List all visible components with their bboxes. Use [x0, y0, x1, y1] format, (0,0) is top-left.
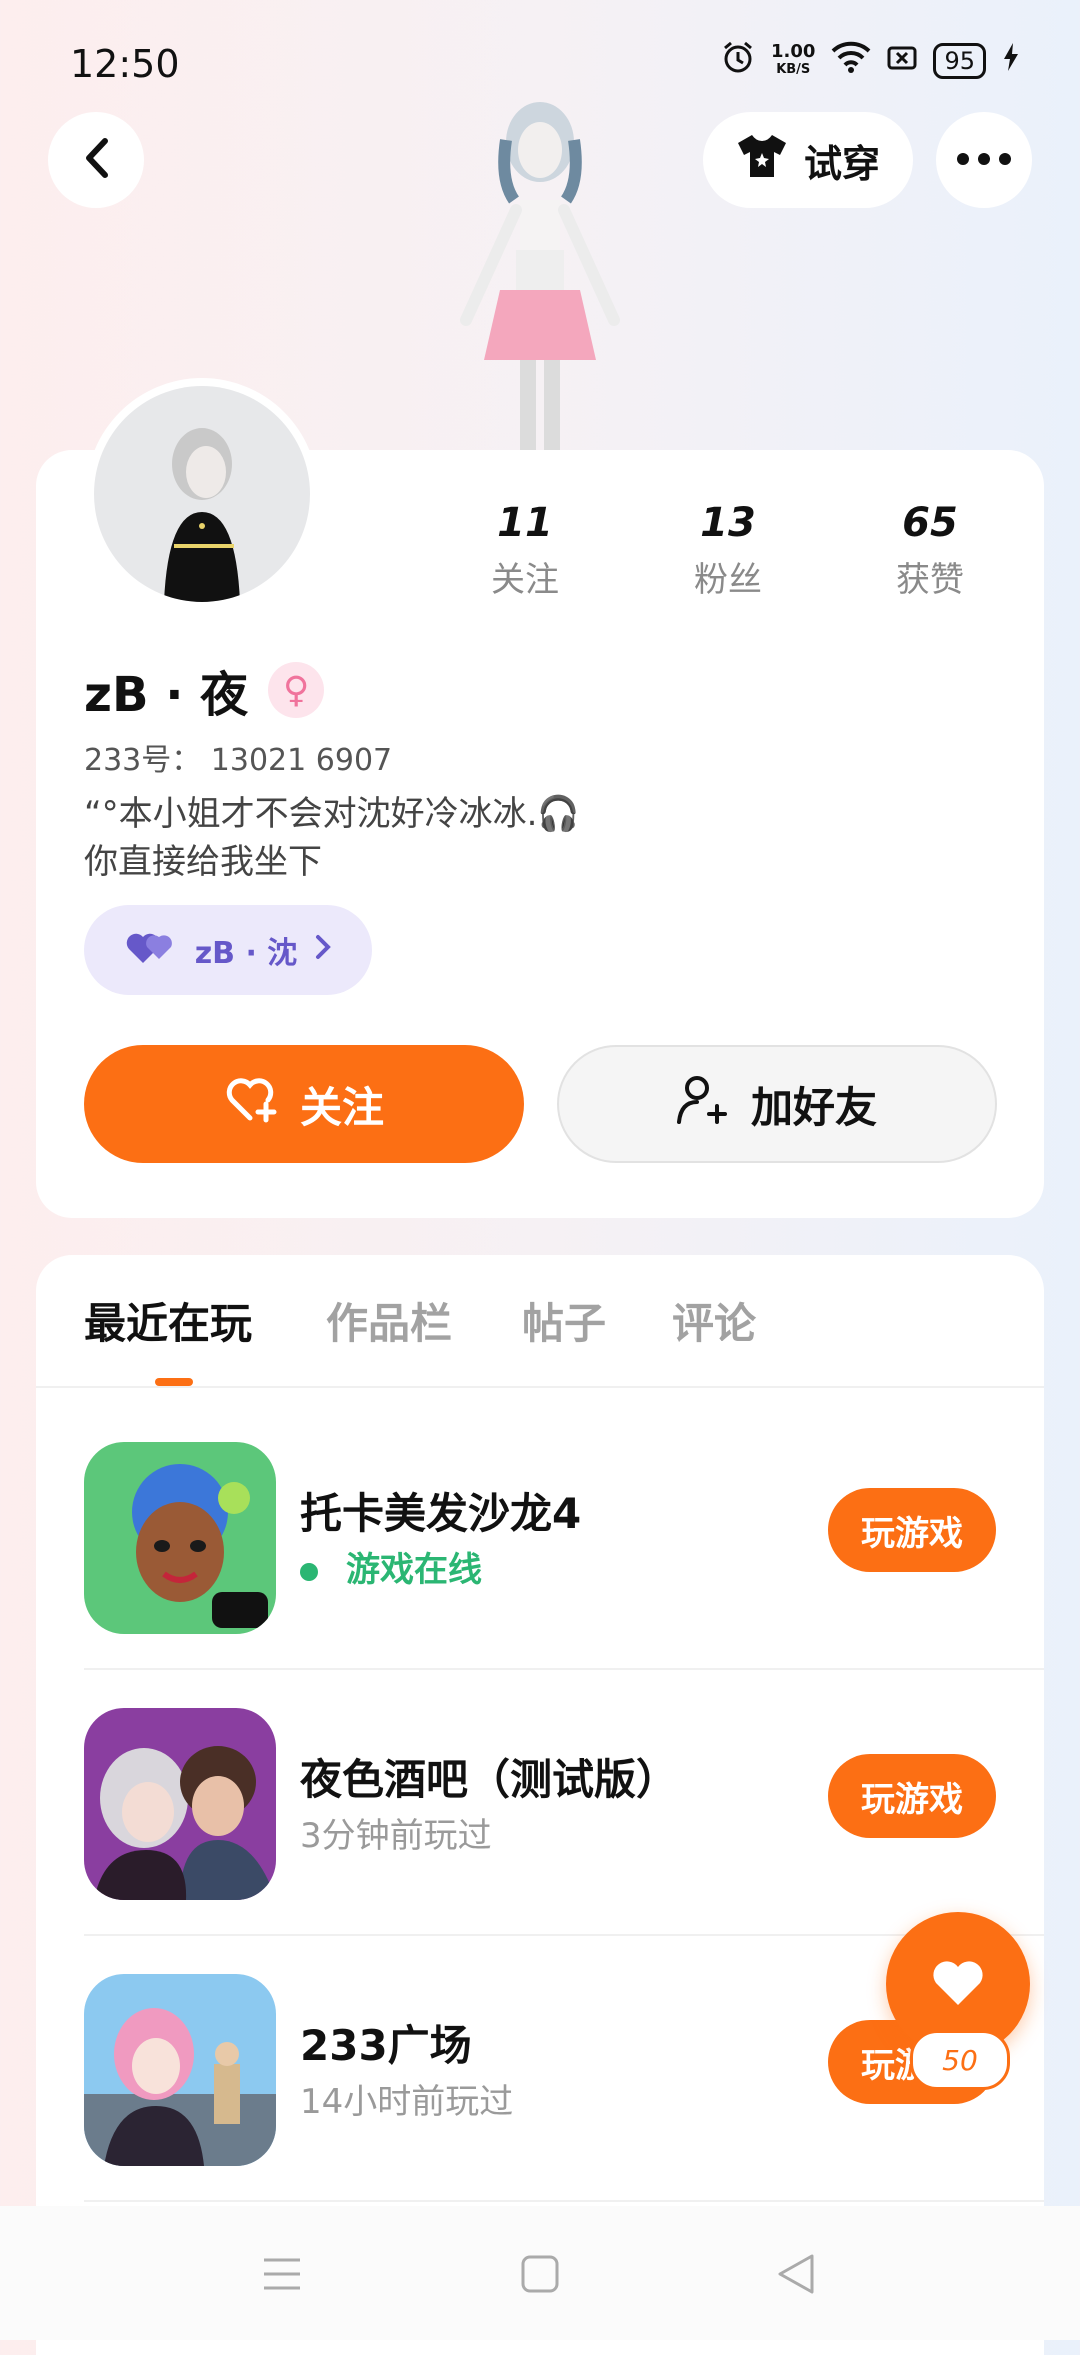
- bio: “°本小姐才不会对沈好冷冰冰.🎧 你直接给我坐下: [84, 790, 580, 886]
- tab-works[interactable]: 作品栏: [326, 1290, 452, 1351]
- game-icon-night-bar: [84, 1708, 276, 1900]
- status-icons: 1.00 KB/S 95: [721, 40, 1020, 82]
- heart-icon: [928, 1955, 988, 2013]
- try-on-label: 试穿: [803, 141, 880, 186]
- avatar[interactable]: [86, 378, 318, 610]
- battery-indicator: 95: [933, 43, 986, 79]
- tab-indicator: [155, 1378, 193, 1386]
- try-on-button[interactable]: 试穿: [703, 112, 913, 208]
- game-status-text: 游戏在线: [346, 1550, 482, 1590]
- tab-posts[interactable]: 帖子: [522, 1290, 606, 1351]
- online-dot-icon: [300, 1562, 318, 1581]
- game-status: 14小时前玩过: [300, 2082, 514, 2122]
- stat-fans[interactable]: 13 粉丝: [643, 500, 813, 601]
- chevron-left-icon: [81, 137, 111, 183]
- double-heart-icon: [125, 927, 177, 973]
- stat-likes[interactable]: 65 获赞: [845, 500, 1015, 601]
- tab-divider: [36, 1386, 1044, 1388]
- cp-relation-chip[interactable]: zB · 沈: [84, 905, 372, 995]
- game-status: 游戏在线: [300, 1542, 482, 1591]
- menu-icon[interactable]: [262, 2256, 302, 2296]
- wifi-icon: [831, 41, 871, 81]
- system-nav-bar: [0, 2206, 1080, 2340]
- follow-label: 关注: [299, 1082, 384, 1132]
- follow-button[interactable]: 关注: [84, 1045, 524, 1163]
- row-divider: [84, 1668, 1044, 1670]
- game-title: 夜色酒吧（测试版）: [300, 1755, 679, 1804]
- game-status: 3分钟前玩过: [300, 1816, 492, 1856]
- heart-plus-icon: [224, 1074, 280, 1134]
- charging-icon: [1002, 42, 1020, 80]
- add-friend-label: 加好友: [750, 1082, 877, 1132]
- bio-line-2: 你直接给我坐下: [84, 842, 322, 882]
- network-speed: 1.00 KB/S: [771, 43, 815, 79]
- back-button[interactable]: [48, 112, 144, 208]
- chevron-right-icon: [315, 933, 332, 968]
- game-row[interactable]: 托卡美发沙龙4 游戏在线 玩游戏: [84, 1442, 1044, 1708]
- game-icon-233-plaza: [84, 1974, 276, 2166]
- speed-unit: KB/S: [776, 62, 811, 77]
- stat-fans-label: 粉丝: [694, 560, 762, 600]
- avatar-character-figure: [420, 90, 660, 450]
- shirt-icon: [736, 133, 788, 188]
- bio-line-1: “°本小姐才不会对沈好冷冰冰.🎧: [84, 794, 580, 834]
- tab-comments[interactable]: 评论: [672, 1290, 756, 1351]
- tab-recent-play[interactable]: 最近在玩: [84, 1290, 252, 1351]
- game-row[interactable]: 夜色酒吧（测试版） 3分钟前玩过 玩游戏: [84, 1708, 1044, 1974]
- like-count-badge: 50: [910, 2030, 1010, 2090]
- play-game-button[interactable]: 玩游戏: [828, 1488, 996, 1572]
- stat-following[interactable]: 11 关注: [440, 500, 610, 601]
- game-title: 托卡美发沙龙4: [300, 1489, 582, 1538]
- alarm-icon: [721, 40, 755, 82]
- stat-likes-value: 65: [902, 500, 958, 546]
- status-time: 12:50: [70, 42, 180, 86]
- no-sim-icon: [887, 44, 917, 79]
- cp-label: zB · 沈: [194, 936, 298, 971]
- stat-following-value: 11: [497, 500, 553, 546]
- profile-name-row: zB · 夜 ♀: [84, 655, 325, 725]
- game-icon-toca-hair-salon: [84, 1442, 276, 1634]
- speed-value: 1.00: [771, 41, 816, 62]
- add-user-icon: [676, 1074, 731, 1134]
- row-divider: [84, 2200, 1044, 2202]
- more-dots-icon: [956, 151, 1012, 170]
- play-game-button[interactable]: 玩游戏: [828, 1754, 996, 1838]
- back-triangle-icon[interactable]: [776, 2252, 816, 2300]
- user-id: 233号： 13021 6907: [84, 743, 393, 778]
- stat-likes-label: 获赞: [896, 560, 964, 600]
- more-button[interactable]: [936, 112, 1032, 208]
- row-divider: [84, 1934, 1044, 1936]
- profile-name: zB · 夜: [84, 667, 249, 723]
- home-square-icon[interactable]: [520, 2254, 560, 2298]
- stat-fans-value: 13: [700, 500, 756, 546]
- game-title: 233广场: [300, 2021, 472, 2070]
- female-icon: ♀: [268, 662, 325, 718]
- stat-following-label: 关注: [491, 560, 559, 600]
- add-friend-button[interactable]: 加好友: [557, 1045, 997, 1163]
